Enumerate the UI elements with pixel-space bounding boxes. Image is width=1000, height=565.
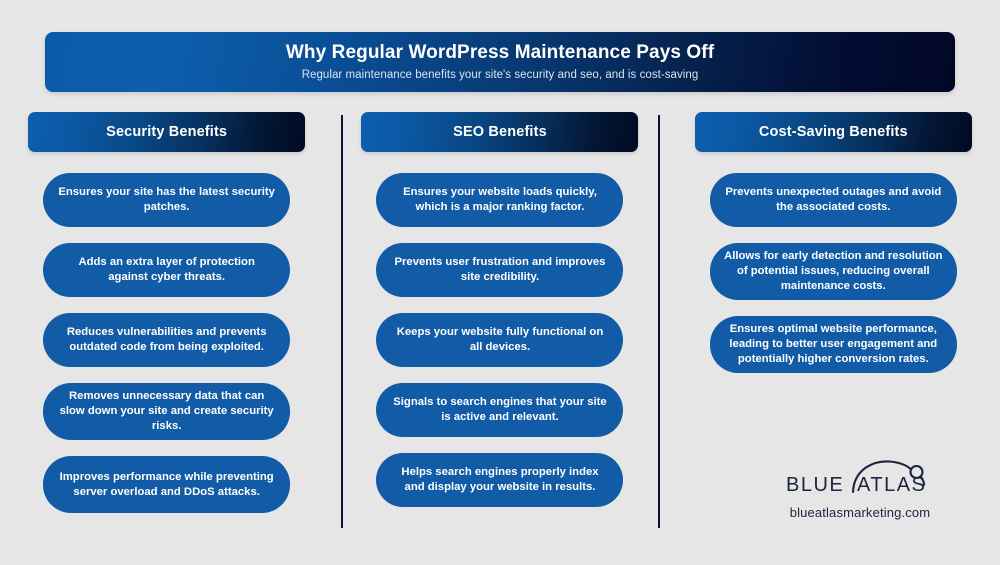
column-seo-benefits: SEO Benefits Ensures your website loads … [333,112,666,542]
website-url: blueatlasmarketing.com [789,505,931,520]
benefit-item: Signals to search engines that your site… [376,383,624,437]
benefit-item: Prevents user frustration and improves s… [376,243,624,297]
benefit-item: Prevents unexpected outages and avoid th… [709,173,957,227]
benefit-list-cost-saving: Prevents unexpected outages and avoid th… [667,173,1000,389]
logo-word-atlas: ATLAS [857,474,926,496]
column-heading-label: Security Benefits [106,124,228,140]
benefit-item: Improves performance while preventing se… [43,456,291,513]
blue-atlas-logo: BLUE ATLAS [778,455,943,497]
benefit-item: Ensures optimal website performance, lea… [709,316,957,373]
benefit-item: Ensures your site has the latest securit… [43,173,291,227]
brand-footer: BLUE ATLAS blueatlasmarketing.com [760,455,960,520]
benefit-item: Keeps your website fully functional on a… [376,313,624,367]
column-security-benefits: Security Benefits Ensures your site has … [0,112,333,542]
benefit-item: Allows for early detection and resolutio… [709,243,957,300]
column-heading-label: SEO Benefits [453,124,547,140]
column-header-security: Security Benefits [28,112,306,152]
column-header-seo: SEO Benefits [361,112,639,152]
benefit-item: Removes unnecessary data that can slow d… [43,383,291,440]
benefit-item: Ensures your website loads quickly, whic… [376,173,624,227]
page-title: Why Regular WordPress Maintenance Pays O… [285,41,715,63]
header-banner: Why Regular WordPress Maintenance Pays O… [45,32,955,92]
blue-atlas-logo-icon: BLUE ATLAS [786,460,926,496]
benefit-item: Helps search engines properly index and … [376,453,624,507]
benefit-list-security: Ensures your site has the latest securit… [0,173,333,529]
column-heading-label: Cost-Saving Benefits [758,124,908,140]
benefit-item: Reduces vulnerabilities and prevents out… [43,313,291,367]
page-subtitle: Regular maintenance benefits your site's… [301,68,699,81]
benefit-item: Adds an extra layer of protection agains… [43,243,291,297]
logo-word-blue: BLUE [786,474,844,496]
column-header-cost-saving: Cost-Saving Benefits [694,112,972,152]
benefit-list-seo: Ensures your website loads quickly, whic… [333,173,666,523]
